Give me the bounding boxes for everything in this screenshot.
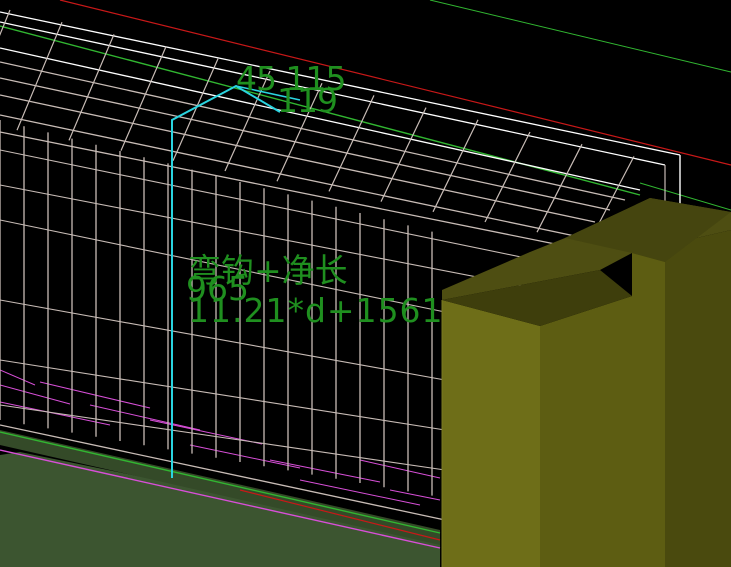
axis-line-red xyxy=(59,0,731,166)
rebar-3d-view[interactable] xyxy=(0,0,731,567)
model-viewport[interactable]: 45 115 119 弯钩+净长 965 11.21*d+1561 xyxy=(0,0,731,567)
top-stirrup xyxy=(224,70,271,172)
axis-line-green-top xyxy=(429,0,731,73)
longitudinal-bar xyxy=(0,11,681,156)
side-longitudinal-bar xyxy=(0,359,446,431)
top-stirrup xyxy=(16,21,63,131)
side-longitudinal-bar xyxy=(0,299,446,381)
top-stirrup xyxy=(120,46,167,151)
side-longitudinal-bar xyxy=(0,219,446,313)
concrete-column[interactable] xyxy=(441,198,731,567)
longitudinal-bar xyxy=(0,131,566,247)
longitudinal-bar xyxy=(0,21,666,166)
side-longitudinal-bar xyxy=(0,404,446,471)
side-longitudinal-bar xyxy=(0,184,556,293)
ground-slab xyxy=(0,452,440,567)
selected-rebar-hook[interactable] xyxy=(235,85,301,101)
longitudinal-bar xyxy=(0,77,611,211)
top-stirrup xyxy=(536,143,583,233)
